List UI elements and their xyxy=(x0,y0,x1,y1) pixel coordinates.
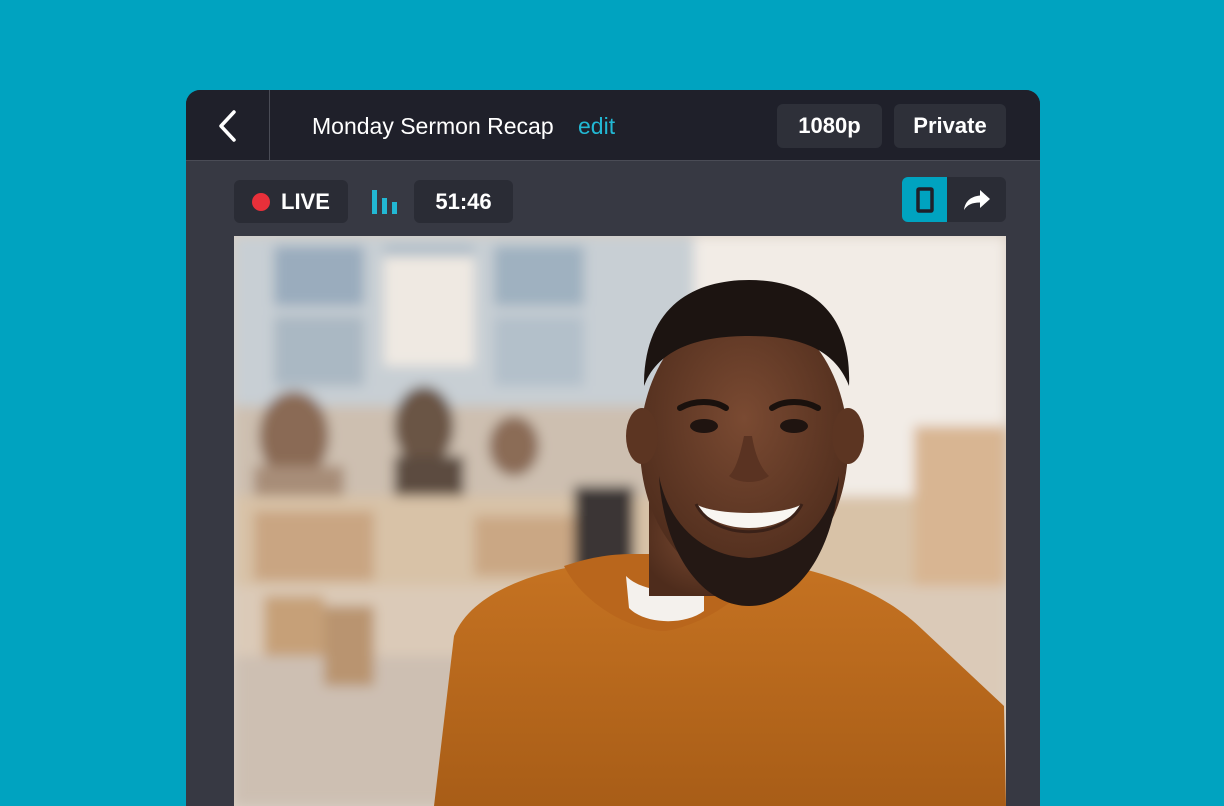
stream-timer: 51:46 xyxy=(414,180,513,223)
share-button[interactable] xyxy=(947,177,1006,222)
bar-chart-icon[interactable] xyxy=(372,190,397,214)
live-badge: LIVE xyxy=(234,180,348,223)
share-arrow-icon xyxy=(963,189,990,210)
camera-feed-image xyxy=(234,236,1006,806)
portrait-layout-button[interactable] xyxy=(902,177,947,222)
edit-title-link[interactable]: edit xyxy=(578,112,615,140)
privacy-button[interactable]: Private xyxy=(894,104,1006,148)
stream-editor-window: Monday Sermon Recap edit 1080p Private L… xyxy=(186,90,1040,806)
live-label: LIVE xyxy=(281,188,330,214)
portrait-layout-icon xyxy=(915,186,934,213)
video-preview[interactable] xyxy=(234,236,1006,806)
header-bar: Monday Sermon Recap edit 1080p Private xyxy=(186,90,1040,161)
back-button[interactable] xyxy=(186,90,270,161)
live-dot-icon xyxy=(252,192,270,211)
chevron-left-icon xyxy=(219,109,236,142)
resolution-button[interactable]: 1080p xyxy=(777,104,882,148)
header-divider xyxy=(269,90,270,161)
stream-title: Monday Sermon Recap xyxy=(312,113,554,139)
